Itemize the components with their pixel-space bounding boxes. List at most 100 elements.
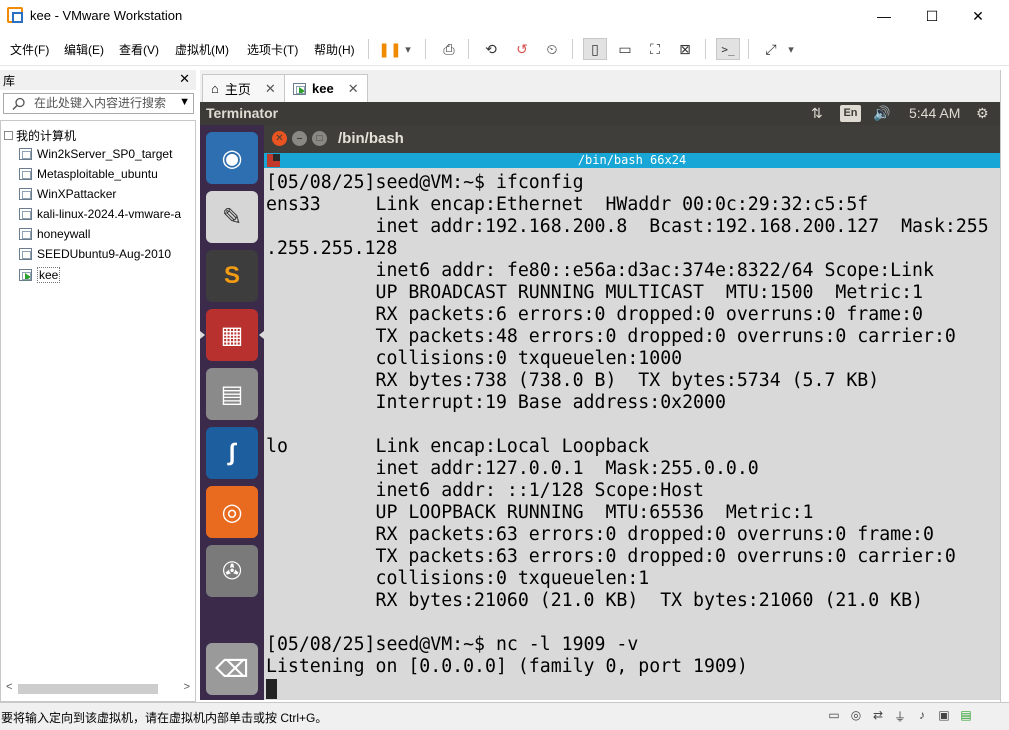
ubuntu-dash-icon[interactable]: ◉ [206,132,258,184]
menu-toolbar: 文件(F) 编辑(E) 查看(V) 虚拟机(M) 选项卡(T) 帮助(H) ❚❚… [0,32,1009,66]
status-bar: 要将输入定向到该虚拟机，请在虚拟机内部单击或按 Ctrl+G。 ▭ ◎ ⇄ ⏚ … [0,702,1009,730]
menu-tabs[interactable]: 选项卡(T) [247,41,298,58]
close-button[interactable]: ✕ [955,0,1001,32]
tab-close-icon[interactable]: ✕ [265,81,276,97]
library-header: 库 ✕ [0,70,196,90]
terminal-output[interactable]: [05/08/25]seed@VM:~$ ifconfig ens33 Link… [264,168,1000,700]
tab-label: 主页 [224,82,251,97]
menu-view[interactable]: 查看(V) [119,41,159,58]
trash-icon[interactable]: ⌫ [206,643,258,695]
gear-icon[interactable]: ⚙ [976,105,989,122]
terminal-line: [05/08/25]seed@VM:~$ ifconfig [266,172,584,193]
volume-icon[interactable]: 🔊 [873,105,890,122]
stretch-icon[interactable]: ⤢ [759,38,783,60]
title-bar: kee - VMware Workstation — ☐ ✕ [0,0,1009,32]
terminal-line: UP LOOPBACK RUNNING MTU:65536 Metric:1 [266,502,814,523]
library-item[interactable]: WinXPattacker [19,187,195,201]
messages-icon[interactable]: ▤ [958,708,974,722]
thumbnail-bar-icon[interactable]: ▭ [613,38,637,60]
maximize-button[interactable]: ☐ [909,0,955,32]
file-manager-icon[interactable]: ▤ [206,368,258,420]
sound-card-icon[interactable]: ♪ [914,708,930,722]
terminal-line: TX packets:48 errors:0 dropped:0 overrun… [266,326,956,347]
clock[interactable]: 5:44 AM [909,105,960,121]
revert-snapshot-icon[interactable]: ↺ [510,38,534,60]
terminal-line: inet6 addr: ::1/128 Scope:Host [266,480,704,501]
scroll-right-icon[interactable]: > [184,681,190,693]
vm-tabs: ⌂ 主页 ✕ kee ✕ [200,70,1009,102]
close-icon[interactable]: ✕ [272,131,287,146]
library-item[interactable]: Metasploitable_ubuntu [19,167,195,181]
network-icon[interactable]: ⇅ [811,105,823,122]
terminal-line: RX packets:6 errors:0 dropped:0 overruns… [266,304,923,325]
pause-icon[interactable]: ❚❚ [378,38,402,60]
terminal-cursor-line [266,678,1000,700]
home-icon: ⌂ [211,81,219,96]
console-view-icon[interactable]: >_ [716,38,740,60]
hard-disk-icon[interactable]: ▭ [826,708,842,722]
menu-help[interactable]: 帮助(H) [314,41,355,58]
system-settings-icon[interactable]: ✇ [206,545,258,597]
sublime-text-icon[interactable]: S [206,250,258,302]
menu-edit[interactable]: 编辑(E) [64,41,104,58]
library-item-label: Metasploitable_ubuntu [37,167,158,181]
library-item-selected[interactable]: kee [19,267,195,283]
menu-vm[interactable]: 虚拟机(M) [175,41,229,58]
wireshark-icon[interactable]: ∫ [206,427,258,479]
chevron-down-icon[interactable]: ▼ [179,96,190,108]
tab-home[interactable]: ⌂ 主页 ✕ [202,74,285,102]
tree-root-my-computer[interactable]: 我的计算机 [4,127,76,144]
terminal-line: RX bytes:21060 (21.0 KB) TX bytes:21060 … [266,590,923,611]
terminator-icon[interactable]: ▦ [206,309,258,361]
scrollbar-thumb[interactable] [18,684,158,694]
minimize-icon[interactable]: – [292,131,307,146]
menu-file[interactable]: 文件(F) [10,41,49,58]
tree-collapse-icon[interactable] [4,131,13,140]
chevron-down-icon[interactable]: ▾ [400,38,416,60]
terminator-grid-icon[interactable] [267,154,280,167]
send-ctrl-alt-del-icon[interactable]: ⎙ [437,38,461,60]
library-horizontal-scrollbar[interactable]: < > [4,681,192,695]
library-item[interactable]: SEEDUbuntu9-Aug-2010 [19,247,195,261]
text-editor-icon[interactable]: ✎ [206,191,258,243]
terminal-line: lo Link encap:Local Loopback [266,436,650,457]
display-icon[interactable]: ▣ [936,708,952,722]
cd-dvd-icon[interactable]: ◎ [848,708,864,722]
terminal-line: RX bytes:738 (738.0 B) TX bytes:5734 (5.… [266,370,880,391]
maximize-icon[interactable]: □ [312,131,327,146]
manage-snapshots-icon[interactable]: ⏲ [540,38,564,60]
library-item[interactable]: kali-linux-2024.4-vmware-a [19,207,195,221]
vm-console[interactable]: Terminator ⇅ En 🔊 5:44 AM ⚙ ◉ ✎ S ▦ ▤ ∫ … [200,102,1000,700]
unity-icon[interactable]: ⊠ [673,38,697,60]
vm-icon [19,208,32,220]
toolbar-separator [748,39,749,59]
network-adapter-icon[interactable]: ⇄ [870,708,886,722]
usb-icon[interactable]: ⏚ [892,708,908,724]
tab-label: kee [312,81,334,96]
search-input[interactable] [34,96,174,110]
tab-kee[interactable]: kee ✕ [284,74,368,102]
keyboard-language-indicator[interactable]: En [840,105,861,122]
device-status-icons: ▭ ◎ ⇄ ⏚ ♪ ▣ ▤ [826,708,974,724]
library-tree: 我的计算机 Win2kServer_SP0_target Metasploita… [0,120,196,702]
library-close-icon[interactable]: ✕ [179,71,190,87]
library-search[interactable]: ▼ [3,93,194,114]
chevron-down-icon[interactable]: ▾ [783,38,799,60]
terminal-line: RX packets:63 errors:0 dropped:0 overrun… [266,524,934,545]
toolbar-separator [368,39,369,59]
vm-icon [19,228,32,240]
terminal-titlebar: ✕ – □ /bin/bash [264,125,1000,153]
library-item[interactable]: honeywall [19,227,195,241]
terminal-line: .255.255.128 [266,238,398,259]
fullscreen-icon[interactable]: ⛶ [643,38,667,60]
library-item[interactable]: Win2kServer_SP0_target [19,147,195,161]
terminal-window[interactable]: ✕ – □ /bin/bash /bin/bash 66x24 [05/08/2… [264,125,1000,700]
window-title: kee - VMware Workstation [30,8,183,23]
tab-close-icon[interactable]: ✕ [348,81,359,97]
minimize-button[interactable]: — [861,0,907,32]
sidebar-toggle-icon[interactable]: ▯ [583,38,607,60]
scroll-left-icon[interactable]: < [6,681,12,693]
firefox-icon[interactable]: ◎ [206,486,258,538]
snapshot-icon[interactable]: ⟲ [479,38,503,60]
terminal-cursor [266,679,277,699]
